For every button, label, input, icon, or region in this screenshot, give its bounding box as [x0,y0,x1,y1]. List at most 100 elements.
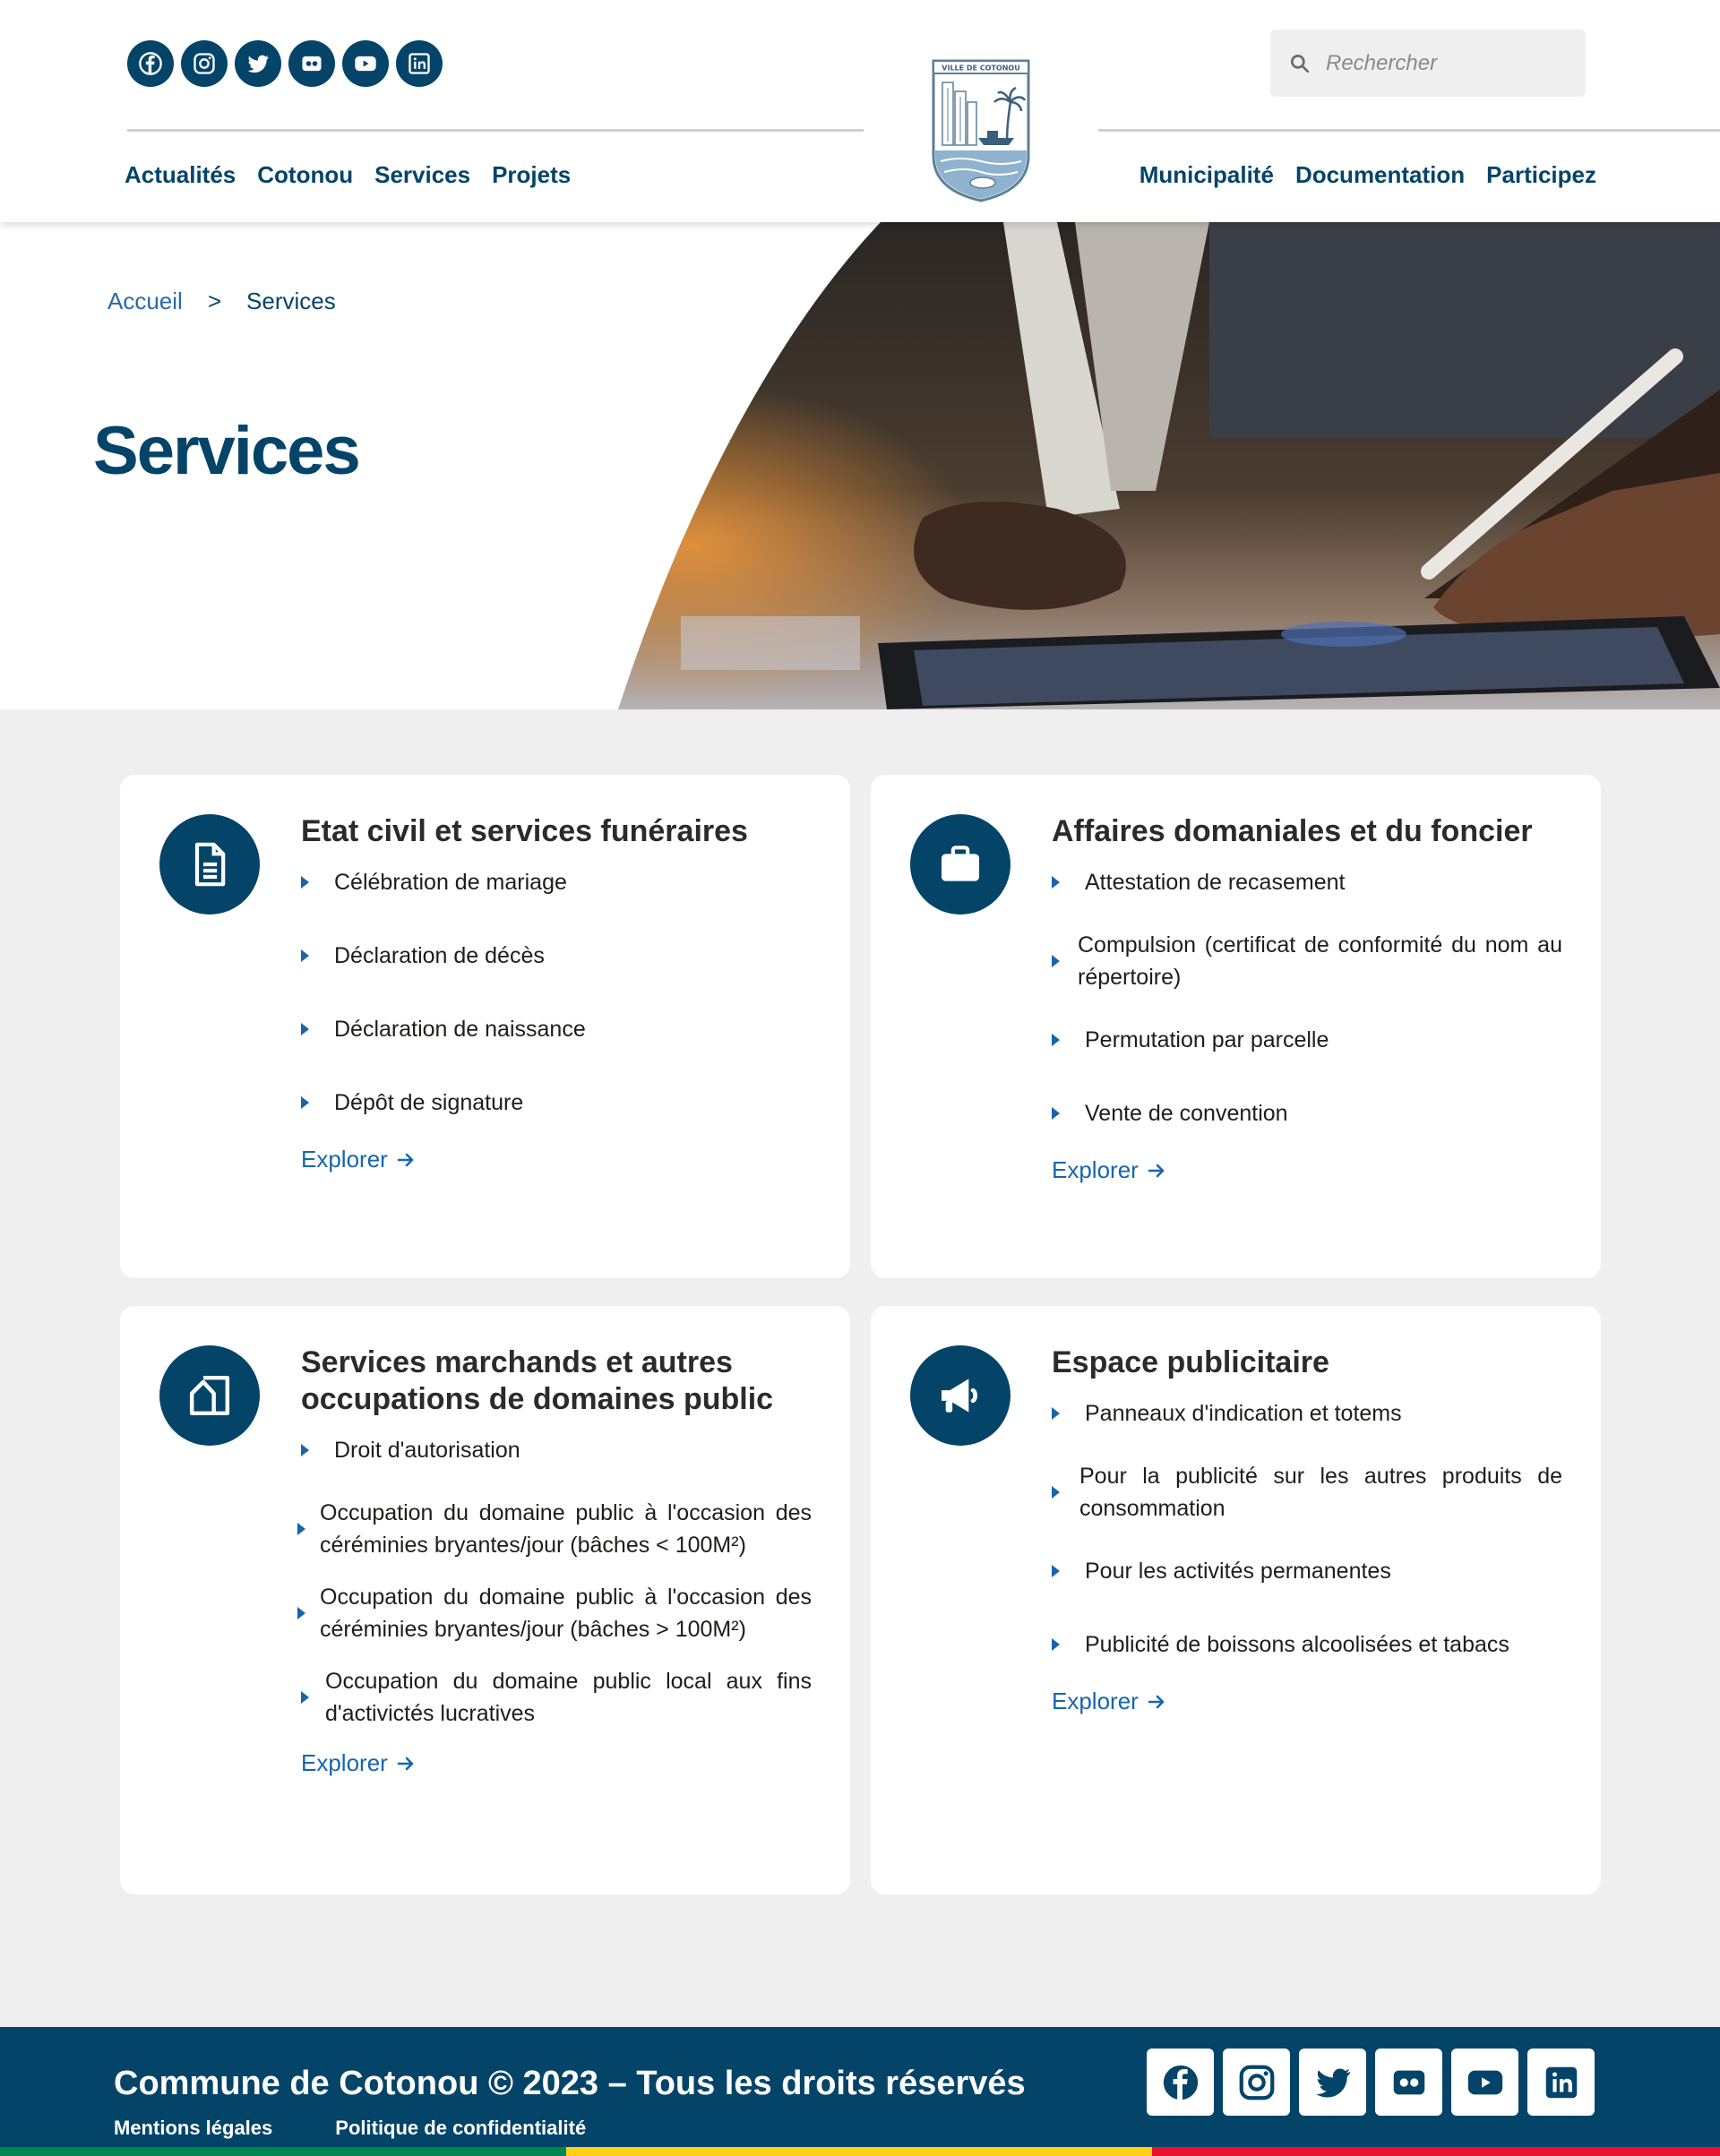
facebook-icon[interactable] [127,40,174,87]
flickr-icon[interactable] [288,40,335,87]
card-service-list: Attestation de recasement Compulsion (ce… [1052,866,1562,1130]
instagram-icon[interactable] [181,40,228,87]
list-item[interactable]: Attestation de recasement [1052,866,1562,898]
list-item[interactable]: Pour les activités permanentes [1052,1555,1562,1587]
bullet-icon [1052,1565,1060,1577]
list-item-label: Célébration de mariage [334,870,567,895]
list-item-label: Déclaration de naissance [334,1017,586,1042]
footer-links: Mentions légales Politique de confidenti… [114,2117,586,2140]
list-item[interactable]: Permutation par parcelle [1052,1024,1562,1056]
bullet-icon [297,1607,305,1619]
nav-projets[interactable]: Projets [492,161,571,189]
search-icon [1290,54,1310,73]
list-item[interactable]: Occupation du domaine public à l'occasio… [297,1581,812,1645]
list-item[interactable]: Droit d'autorisation [301,1434,812,1466]
list-item[interactable]: Célébration de mariage [301,866,812,898]
bullet-icon [1052,1638,1060,1651]
city-logo[interactable]: VILLE DE COTONOU [928,56,1034,204]
list-item[interactable]: Compulsion (certificat de conformité du … [1052,929,1562,993]
search-input[interactable] [1326,50,1577,76]
card-title: Etat civil et services funéraires [301,814,748,848]
linkedin-icon[interactable] [396,40,443,87]
megaphone-icon [942,1379,977,1413]
card-body: Affaires domaniales et du foncier Attest… [1052,813,1562,1184]
card-icon-circle [159,1345,260,1446]
bullet-icon [1052,955,1060,967]
coat-of-arms-icon: VILLE DE COTONOU [932,59,1030,202]
arrow-right-icon [1148,1695,1165,1708]
nav-cotonou[interactable]: Cotonou [257,161,353,189]
service-card-affaires-domaniales: Affaires domaniales et du foncier Attest… [871,775,1601,1278]
bullet-icon [301,1023,309,1035]
bullet-icon [301,1444,309,1456]
site-header: Actualités Cotonou Services Projets VILL… [0,0,1720,222]
home-icon [189,1375,230,1416]
youtube-icon[interactable] [342,40,389,87]
card-title: Affaires domaniales et du foncier [1052,814,1533,848]
bullet-icon [301,949,309,962]
bullet-icon [301,1691,309,1704]
list-item-label: Publicité de boissons alcoolisées et tab… [1085,1632,1509,1657]
explore-link[interactable]: Explorer [1052,1156,1167,1184]
twitter-icon[interactable] [1299,2049,1366,2116]
search-box[interactable] [1270,30,1586,97]
list-item-label: Permutation par parcelle [1085,1027,1329,1052]
list-item-label: Vente de convention [1085,1101,1288,1126]
explore-link[interactable]: Explorer [301,1749,417,1777]
nav-municipalite[interactable]: Municipalité [1140,161,1274,189]
explore-label: Explorer [301,1749,388,1776]
nav-documentation[interactable]: Documentation [1295,161,1465,189]
card-service-list: Célébration de mariage Déclaration de dé… [301,866,812,1119]
bullet-icon [297,1523,305,1535]
list-item-label: Droit d'autorisation [334,1438,520,1463]
list-item[interactable]: Panneaux d'indication et totems [1052,1397,1562,1430]
card-icon-circle [159,814,260,915]
bullet-icon [1052,1407,1060,1420]
card-body: Etat civil et services funéraires Célébr… [301,813,812,1173]
list-item[interactable]: Publicité de boissons alcoolisées et tab… [1052,1628,1562,1661]
privacy-policy-link[interactable]: Politique de confidentialité [335,2117,586,2140]
header-divider-right [1098,129,1720,132]
card-service-list: Droit d'autorisation Occupation du domai… [297,1434,812,1730]
flag-stripe-green [0,2147,566,2156]
explore-label: Explorer [301,1146,388,1172]
breadcrumb-current: Services [246,288,336,314]
linkedin-icon[interactable] [1527,2049,1595,2116]
bullet-icon [1052,1107,1060,1120]
list-item-label: Déclaration de décès [334,943,545,968]
service-card-espace-publicitaire: Espace publicitaire Panneaux d'indicatio… [871,1306,1601,1894]
nav-actualites[interactable]: Actualités [125,161,236,189]
list-item-label: Occupation du domaine public local aux f… [325,1669,812,1726]
instagram-icon[interactable] [1223,2049,1290,2116]
list-item[interactable]: Pour la publicité sur les autres produit… [1052,1460,1562,1525]
bullet-icon [301,1096,309,1109]
list-item-label: Panneaux d'indication et totems [1085,1401,1402,1426]
card-icon-circle [910,814,1010,915]
nav-participez[interactable]: Participez [1486,161,1596,189]
legal-notice-link[interactable]: Mentions légales [114,2117,272,2140]
list-item-label: Attestation de recasement [1085,870,1346,895]
explore-link[interactable]: Explorer [1052,1688,1167,1715]
explore-link[interactable]: Explorer [301,1146,417,1173]
card-title: Services marchands et autres occupations… [301,1345,774,1416]
breadcrumb-home[interactable]: Accueil [108,288,183,315]
facebook-icon[interactable] [1147,2049,1214,2116]
twitter-icon[interactable] [235,40,281,87]
list-item[interactable]: Dépôt de signature [301,1087,812,1119]
flickr-icon[interactable] [1375,2049,1442,2116]
list-item[interactable]: Occupation du domaine public à l'occasio… [297,1497,812,1561]
list-item[interactable]: Occupation du domaine public local aux f… [301,1665,812,1730]
list-item[interactable]: Déclaration de naissance [301,1013,812,1045]
list-item[interactable]: Vente de convention [1052,1097,1562,1130]
card-service-list: Panneaux d'indication et totems Pour la … [1052,1397,1562,1661]
arrow-right-icon [397,1757,414,1770]
explore-label: Explorer [1052,1688,1139,1714]
bullet-icon [1052,1034,1060,1046]
card-body: Espace publicitaire Panneaux d'indicatio… [1052,1344,1562,1715]
youtube-icon[interactable] [1451,2049,1518,2116]
arrow-right-icon [397,1153,414,1166]
service-card-services-marchands: Services marchands et autres occupations… [120,1306,850,1894]
list-item-label: Pour les activités permanentes [1085,1559,1391,1584]
nav-services[interactable]: Services [374,161,470,189]
list-item[interactable]: Déclaration de décès [301,940,812,972]
